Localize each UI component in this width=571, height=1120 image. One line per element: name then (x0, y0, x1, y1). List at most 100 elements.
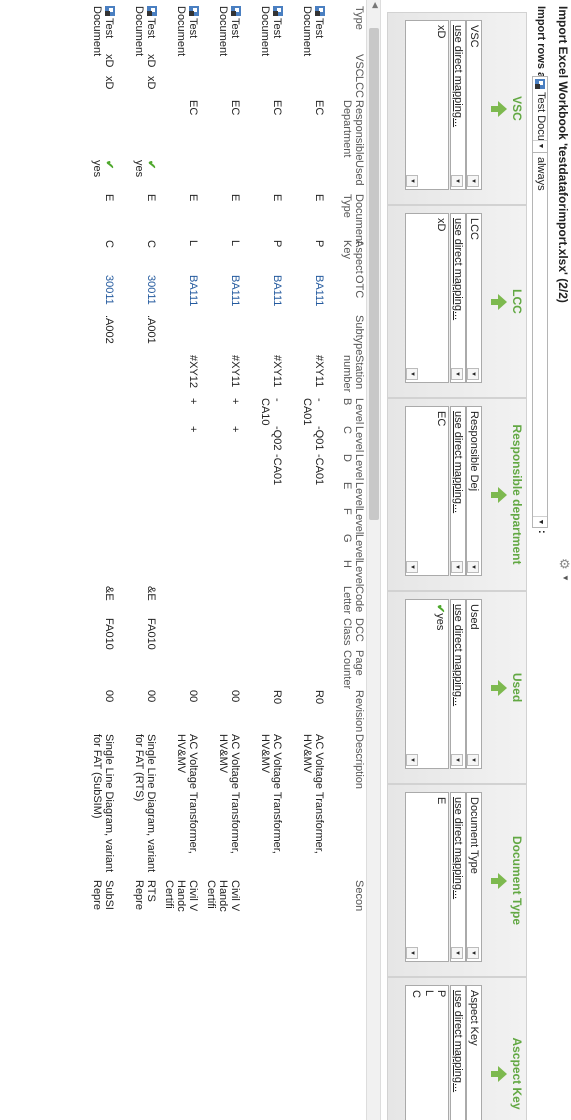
chevron-down-icon[interactable]: ▼ (406, 561, 418, 573)
mapping-mode-select[interactable]: use direct mapping...▼ (450, 20, 466, 190)
cell-desc: AC Voltage Transformer, HV&MV (301, 734, 325, 854)
cell-second: RTS Repre (133, 880, 157, 910)
mapping-preview-box[interactable]: xD ▼ (405, 20, 449, 190)
chevron-down-icon[interactable]: ▼ (561, 574, 570, 582)
column-header-label: Level F (341, 508, 365, 535)
cell-dept: EC (271, 100, 283, 116)
mapping-column-3: Responsible department Responsible Dej ▼ us… (387, 398, 527, 591)
document-icon (315, 6, 325, 16)
mapping-example-value: EC (435, 411, 447, 427)
horizontal-scrollbar[interactable]: ◀ (366, 0, 381, 1120)
source-column-select[interactable]: Aspect Key▼ (466, 985, 482, 1120)
mapping-preview-box[interactable]: E ▼ (405, 792, 449, 962)
cell-doctype: E (187, 194, 199, 202)
scrollbar-thumb[interactable] (369, 28, 379, 520)
chevron-down-icon[interactable]: ▼ (406, 947, 418, 959)
arrow-up-icon (491, 1065, 507, 1082)
table-row[interactable]: Test Document xD xD ✔ yes E C 30011 .A001 &E FA010… (117, 0, 157, 1120)
document-type-select[interactable]: Test Docu ▼ (532, 76, 548, 153)
chevron-down-icon[interactable]: ▼ (467, 754, 479, 766)
check-icon: ✔ (145, 160, 157, 170)
column-header: Level G (341, 534, 365, 560)
cell-desc: AC Voltage Transformer, HV&MV (217, 734, 241, 854)
cell-levelB: + (187, 398, 199, 405)
mapping-mode-value: use direct mapping... (452, 797, 464, 900)
column-header: Revision (353, 690, 365, 732)
column-header-label: DCC Class (341, 618, 365, 646)
table-row[interactable]: Test Document EC E P BA111 #XY11 -CA01 -Q01 -CA0… (285, 0, 325, 1120)
chevron-down-icon[interactable]: ▼ (533, 516, 547, 527)
table-row[interactable]: Test Document EC E L BA111 #XY11 + +00 AC Voltag… (201, 0, 241, 1120)
chevron-down-icon[interactable]: ▼ (406, 754, 418, 766)
import-as-label: Import rows as (535, 6, 547, 85)
chevron-down-icon[interactable]: ▼ (451, 175, 463, 187)
column-header-label: Type (353, 6, 365, 30)
cell-code: &E (103, 586, 115, 601)
chevron-down-icon[interactable]: ▼ (533, 140, 547, 151)
mapping-mode-select[interactable]: use direct mapping...▼ (450, 985, 466, 1120)
cell-otc: 30011 (145, 275, 157, 305)
column-header-label: Description (353, 734, 365, 790)
chevron-down-icon[interactable]: ▼ (406, 368, 418, 380)
cell-aspect: P (313, 240, 325, 248)
column-header: LCC (353, 76, 365, 100)
chevron-down-icon[interactable]: ▼ (451, 754, 463, 766)
cell-otc: BA111 (313, 275, 325, 306)
mapping-target-header: Ascpect Key (510, 1037, 524, 1110)
cell-dept: EC (187, 100, 199, 116)
source-column-select[interactable]: Document Type ▼ (466, 792, 482, 962)
source-column-select[interactable]: Used ▼ (466, 599, 482, 769)
cell-vsc: xD (145, 54, 157, 68)
column-header: DCC Class (341, 618, 365, 646)
cell-second: Civil V Handc Certifi (163, 880, 199, 912)
mapping-example: xD (435, 218, 447, 231)
type-cell: Test Document (217, 6, 241, 56)
cell-dept: EC (313, 100, 325, 116)
type-cell: Test Document (175, 6, 199, 56)
table-row[interactable]: Test Document xD xD ✔ yes E C 30011 .A002 &E FA010… (75, 0, 115, 1120)
cell-station: #XY12 (187, 355, 199, 389)
cell-aspect: C (145, 240, 157, 248)
colon: : (536, 530, 548, 534)
otc-value: BA111 (313, 275, 325, 307)
condition-select[interactable]: always ▼ (532, 152, 548, 528)
chevron-down-icon[interactable]: ▼ (467, 175, 479, 187)
column-header: Subtype (353, 315, 365, 355)
cell-subtype: .A001 (145, 315, 157, 344)
mapping-example: L (423, 990, 435, 996)
table-row[interactable]: Test Document EC E L BA111 #XY12 + +00 AC Voltag… (159, 0, 199, 1120)
mapping-preview-box[interactable]: ✔yes ▼ (405, 599, 449, 769)
column-header-label: Document Type (341, 194, 365, 245)
gear-icon[interactable]: ⚙ (556, 558, 571, 570)
cell-code: &E (145, 586, 157, 601)
chevron-down-icon[interactable]: ▼ (451, 368, 463, 380)
chevron-down-icon[interactable]: ▼ (467, 947, 479, 959)
mapping-preview-box[interactable]: xD ▼ (405, 213, 449, 383)
chevron-down-icon[interactable]: ▼ (467, 368, 479, 380)
chevron-down-icon[interactable]: ▼ (406, 175, 418, 187)
mapping-mode-select[interactable]: use direct mapping...▼ (450, 213, 466, 383)
arrow-up-icon (491, 100, 507, 117)
source-column-select[interactable]: Responsible Dej ▼ (466, 406, 482, 576)
mapping-preview-box[interactable]: EC ▼ (405, 406, 449, 576)
type-cell: Test Document (259, 6, 283, 56)
chevron-down-icon[interactable]: ▼ (451, 947, 463, 959)
chevron-down-icon[interactable]: ▼ (467, 561, 479, 573)
scroll-left-icon[interactable]: ◀ (371, 2, 380, 8)
mapping-mode-select[interactable]: use direct mapping...▼ (450, 406, 466, 576)
source-column-select[interactable]: LCC ▼ (466, 213, 482, 383)
table-row[interactable]: Test Document EC E P BA111 #XY11 -CA10 -Q02 -CA0… (243, 0, 283, 1120)
source-column-value: Responsible Dej (468, 411, 480, 492)
type-cell: Test Document (301, 6, 325, 56)
mapping-mode-value: use direct mapping... (452, 990, 464, 1093)
cell-lcc: xD (145, 76, 157, 90)
source-column-select[interactable]: VSC ▼ (466, 20, 482, 190)
cell-rev: 00 (229, 690, 241, 703)
mapping-mode-select[interactable]: use direct mapping... ▼ (450, 792, 466, 962)
mapping-mode-select[interactable]: use direct mapping...▼ (450, 599, 466, 769)
document-type-value: Test Docu (535, 92, 547, 140)
mapping-target-header: VSC (510, 96, 524, 121)
chevron-down-icon[interactable]: ▼ (451, 561, 463, 573)
mapping-preview-box[interactable]: PLC▼ (405, 985, 449, 1120)
cell-rev: 00 (103, 690, 115, 703)
